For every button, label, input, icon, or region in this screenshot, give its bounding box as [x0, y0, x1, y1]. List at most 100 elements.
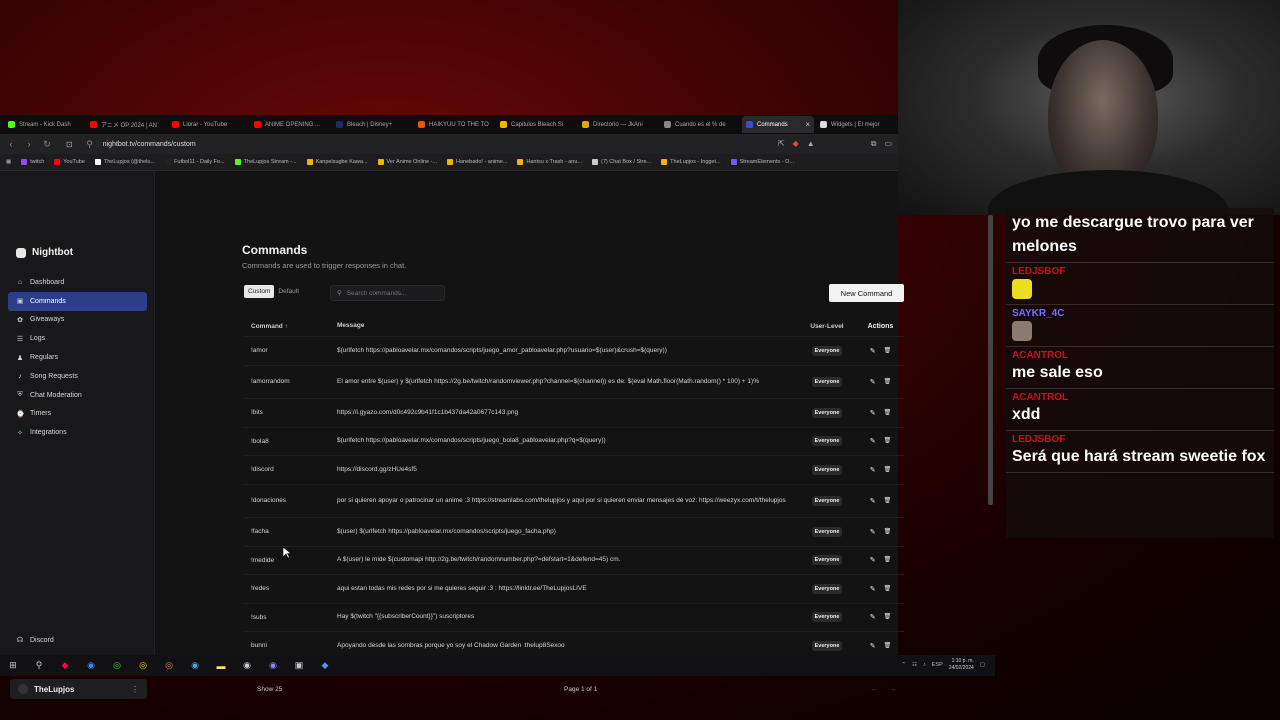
bookmark-icon[interactable]: ⊡	[66, 140, 73, 149]
chrome-icon[interactable]: ◎	[110, 660, 124, 672]
browser-tab[interactable]: Bleach | Disney+	[332, 116, 412, 133]
brave-icon[interactable]: ◆	[58, 660, 72, 672]
brand[interactable]: Nightbot	[16, 247, 73, 258]
sidebar-item-giveaways[interactable]: ✿ Giveaways	[8, 311, 147, 330]
edit-icon[interactable]: ✎	[870, 466, 876, 474]
delete-icon[interactable]: 🗑	[884, 497, 892, 505]
command-name[interactable]: !subs	[244, 614, 337, 621]
delete-icon[interactable]: 🗑	[884, 642, 892, 650]
browser-tab[interactable]: Commands ×	[742, 116, 814, 133]
command-name[interactable]: !bits	[244, 409, 337, 416]
command-name[interactable]: !facha	[244, 528, 337, 535]
command-name[interactable]: !redes	[244, 585, 337, 592]
edit-icon[interactable]: ✎	[870, 528, 876, 536]
sidebar-item-logs[interactable]: ☰ Logs	[8, 329, 147, 348]
sidebar-item-timers[interactable]: ⌚ Timers	[8, 405, 147, 424]
bookmark-item[interactable]: TheLupjos (@thelu...	[94, 159, 155, 165]
bookmark-item[interactable]: YouTube	[54, 159, 85, 165]
rewards-icon[interactable]: ▲	[807, 139, 815, 149]
command-name[interactable]: !bola8	[244, 438, 337, 445]
page-scrollbar[interactable]	[988, 215, 993, 505]
wallet-icon[interactable]: ▭	[884, 139, 892, 149]
command-name[interactable]: !donaciones	[244, 497, 337, 504]
delete-icon[interactable]: 🗑	[884, 437, 892, 445]
chrome-icon[interactable]: ◎	[136, 660, 150, 672]
delete-icon[interactable]: 🗑	[884, 556, 892, 564]
sidebar-item-dashboard[interactable]: ⌂ Dashboard	[8, 273, 147, 292]
windows-start-icon[interactable]: ⊞	[6, 660, 20, 672]
edit-icon[interactable]: ✎	[870, 378, 876, 386]
edit-icon[interactable]: ✎	[870, 642, 876, 650]
sidebar-item-regulars[interactable]: ♟ Regulars	[8, 348, 147, 367]
bookmark-item[interactable]: twitch	[21, 159, 44, 165]
edit-icon[interactable]: ✎	[870, 497, 876, 505]
next-page-icon[interactable]: →	[890, 686, 897, 693]
edit-icon[interactable]: ✎	[870, 613, 876, 621]
browser-tab[interactable]: Llorar - YouTube	[168, 116, 248, 133]
apps-icon[interactable]: ▦	[6, 159, 11, 165]
site-info-icon[interactable]: ⚲	[85, 139, 95, 150]
network-icon[interactable]: ☷	[912, 662, 917, 668]
bookmark-item[interactable]: TheLupjos - Ingget...	[661, 159, 721, 165]
app-icon[interactable]: ◆	[318, 660, 332, 672]
edit-icon[interactable]: ✎	[870, 437, 876, 445]
volume-icon[interactable]: ♪	[923, 662, 926, 668]
tab-custom[interactable]: Custom	[244, 285, 275, 298]
reload-icon[interactable]: ↻	[42, 139, 52, 150]
browser-tab[interactable]: Directorio — JkAni	[578, 116, 658, 133]
chrome-icon[interactable]: ◎	[162, 660, 176, 672]
delete-icon[interactable]: 🗑	[884, 409, 892, 417]
language-indicator[interactable]: ESP	[932, 662, 943, 668]
discord-icon[interactable]: ◉	[266, 660, 280, 672]
browser-tab[interactable]: Widgets | El mejor	[816, 116, 896, 133]
browser-tab[interactable]: Capitulos Bleach Si	[496, 116, 576, 133]
bookmark-item[interactable]: TheLupjos Stream -...	[234, 159, 297, 165]
new-command-button[interactable]: New Command	[829, 284, 904, 302]
command-name[interactable]: !discord	[244, 466, 337, 473]
delete-icon[interactable]: 🗑	[884, 347, 892, 355]
brave-shield-icon[interactable]: ◆	[793, 139, 799, 149]
sidebar-item-chat-moderation[interactable]: ⛨ Chat Moderation	[8, 386, 147, 405]
browser-tab[interactable]: ANIME OPENING ...	[250, 116, 330, 133]
edit-icon[interactable]: ✎	[870, 347, 876, 355]
search-icon[interactable]: ⚲	[32, 660, 46, 672]
page-size-select[interactable]: Show 25	[257, 686, 282, 693]
column-command[interactable]: Command ↑	[244, 323, 337, 330]
url-field[interactable]: ⊡ ⚲ nightbot.tv/commands/custom	[60, 137, 770, 151]
delete-icon[interactable]: 🗑	[884, 466, 892, 474]
back-icon[interactable]: ‹	[6, 139, 16, 149]
bookmark-item[interactable]: Futbol11 - Daily Fo...	[165, 159, 225, 165]
command-name[interactable]: !amorrandom	[244, 378, 337, 385]
sidebar-item-commands[interactable]: ▣ Commands	[8, 291, 147, 311]
edit-icon[interactable]: ✎	[870, 585, 876, 593]
edge-icon[interactable]: ◉	[188, 660, 202, 672]
delete-icon[interactable]: 🗑	[884, 528, 892, 536]
bookmark-item[interactable]: Ver Anime Online -...	[377, 159, 437, 165]
app-icon[interactable]: ◉	[84, 660, 98, 672]
file-explorer-icon[interactable]: ▬	[214, 660, 228, 672]
prev-page-icon[interactable]: ←	[871, 686, 878, 693]
close-tab-icon[interactable]: ×	[805, 120, 810, 129]
command-name[interactable]: bunni	[244, 642, 337, 649]
search-input[interactable]: ⚲ Search commands...	[330, 285, 445, 301]
clock[interactable]: 1:10 p. m. 24/02/2024	[949, 658, 974, 672]
delete-icon[interactable]: 🗑	[884, 378, 892, 386]
delete-icon[interactable]: 🗑	[884, 585, 892, 593]
share-icon[interactable]: ⇱	[778, 139, 785, 149]
bookmark-item[interactable]: (7) Chat Box / Stre...	[592, 159, 651, 165]
browser-tab[interactable]: Cuando es el % de	[660, 116, 740, 133]
forward-icon[interactable]: ›	[24, 139, 34, 149]
sidebar-item-integrations[interactable]: ✧ Integrations	[8, 423, 147, 442]
delete-icon[interactable]: 🗑	[884, 613, 892, 621]
edit-icon[interactable]: ✎	[870, 556, 876, 564]
user-menu[interactable]: TheLupjos ⋮	[10, 679, 147, 699]
tab-default[interactable]: Default	[274, 285, 303, 298]
notifications-icon[interactable]: ▢	[980, 662, 985, 668]
bookmark-item[interactable]: StreamElements - O...	[730, 159, 794, 165]
more-icon[interactable]: ⋮	[131, 685, 139, 694]
obs-icon[interactable]: ◉	[240, 660, 254, 672]
extensions-icon[interactable]: ⧉	[871, 139, 877, 149]
browser-tab[interactable]: アニメ OP 2024 | AN	[86, 116, 166, 133]
bookmark-item[interactable]: Hantsu x Trash - anu...	[517, 159, 582, 165]
app-icon[interactable]: ▣	[292, 660, 306, 672]
